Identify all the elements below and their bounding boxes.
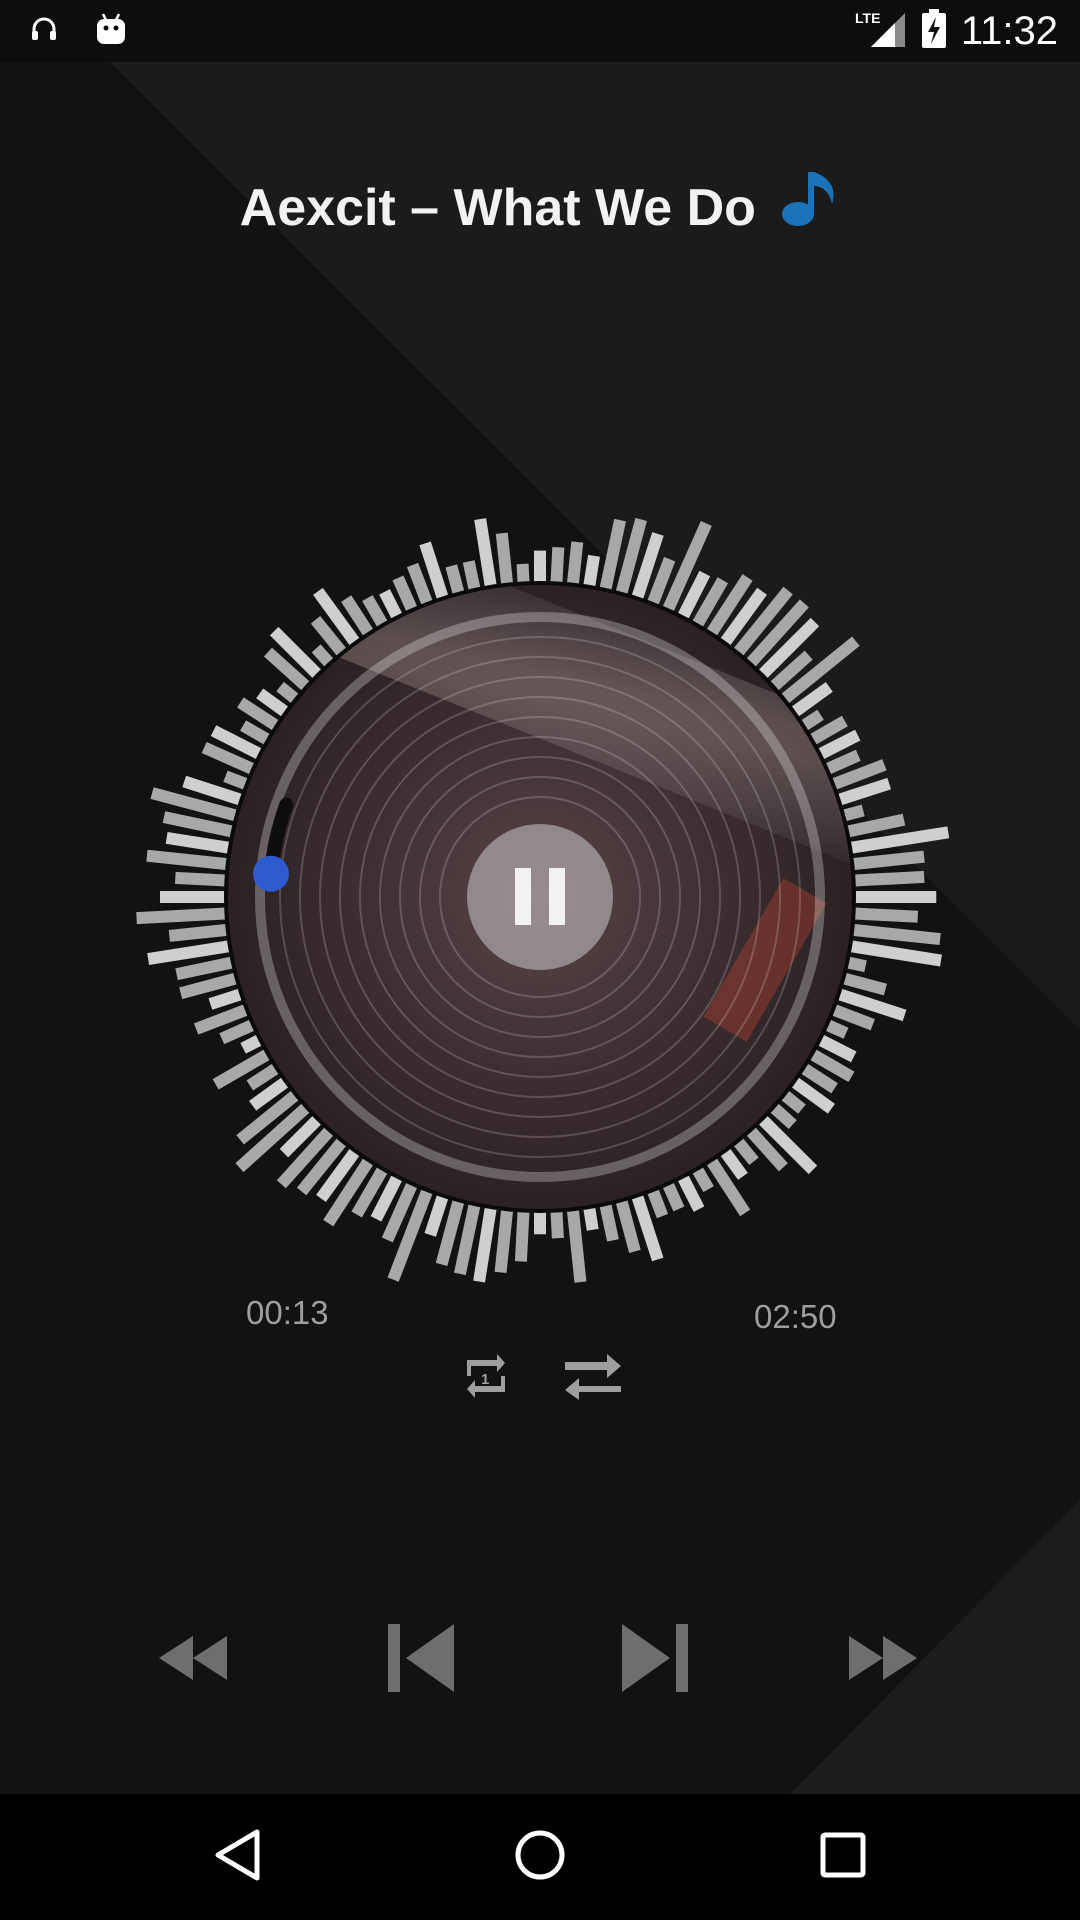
- pause-button[interactable]: [467, 824, 613, 970]
- player-area: 00:13 02:50 1: [0, 0, 1080, 1920]
- current-time: 00:13: [246, 1294, 329, 1331]
- rewind-icon: [155, 1632, 231, 1689]
- music-player-screen: LTE 11:32 Aexcit – What We Do 00:13 02:5…: [0, 0, 1080, 1920]
- visualizer-bar: [159, 891, 230, 903]
- home-circle-icon: [513, 1828, 567, 1887]
- recents-button[interactable]: [803, 1820, 883, 1894]
- visualizer-bar: [136, 907, 231, 925]
- next-button[interactable]: [604, 1615, 704, 1705]
- repeat-button[interactable]: 1: [454, 1350, 518, 1406]
- progress-knob[interactable]: [253, 855, 289, 892]
- fast-forward-icon: [845, 1632, 921, 1689]
- visualizer-bar: [495, 532, 514, 590]
- visualizer-bar: [212, 1046, 275, 1090]
- fast-forward-button[interactable]: [833, 1615, 933, 1705]
- visualizer-bar: [174, 871, 231, 887]
- rewind-button[interactable]: [143, 1615, 243, 1705]
- visualizer-bar: [514, 1206, 530, 1262]
- home-button[interactable]: [500, 1820, 580, 1894]
- visualizer-bar: [566, 1204, 587, 1283]
- repeat-one-icon: 1: [463, 1352, 509, 1405]
- previous-button[interactable]: [372, 1615, 472, 1705]
- total-time: 02:50: [754, 1298, 837, 1335]
- visualizer-bar: [146, 849, 233, 871]
- skip-next-icon: [616, 1622, 692, 1699]
- visualizer-bar: [168, 923, 233, 942]
- back-triangle-icon: [213, 1828, 261, 1887]
- back-button[interactable]: [197, 1820, 277, 1894]
- visualizer-bar: [849, 870, 925, 887]
- skip-previous-icon: [384, 1622, 460, 1699]
- recents-square-icon: [818, 1830, 868, 1885]
- visualizer-bar: [849, 907, 919, 923]
- visualizer-bar: [847, 850, 925, 871]
- visualizer-bar: [494, 1204, 514, 1274]
- svg-text:1: 1: [481, 1371, 489, 1388]
- visualizer-bar: [847, 923, 941, 946]
- shuffle-button[interactable]: [561, 1350, 625, 1406]
- navigation-bar: [0, 1794, 1080, 1920]
- shuffle-icon: [563, 1352, 623, 1405]
- visualizer-bar: [849, 891, 937, 903]
- visualizer-bar: [566, 541, 584, 590]
